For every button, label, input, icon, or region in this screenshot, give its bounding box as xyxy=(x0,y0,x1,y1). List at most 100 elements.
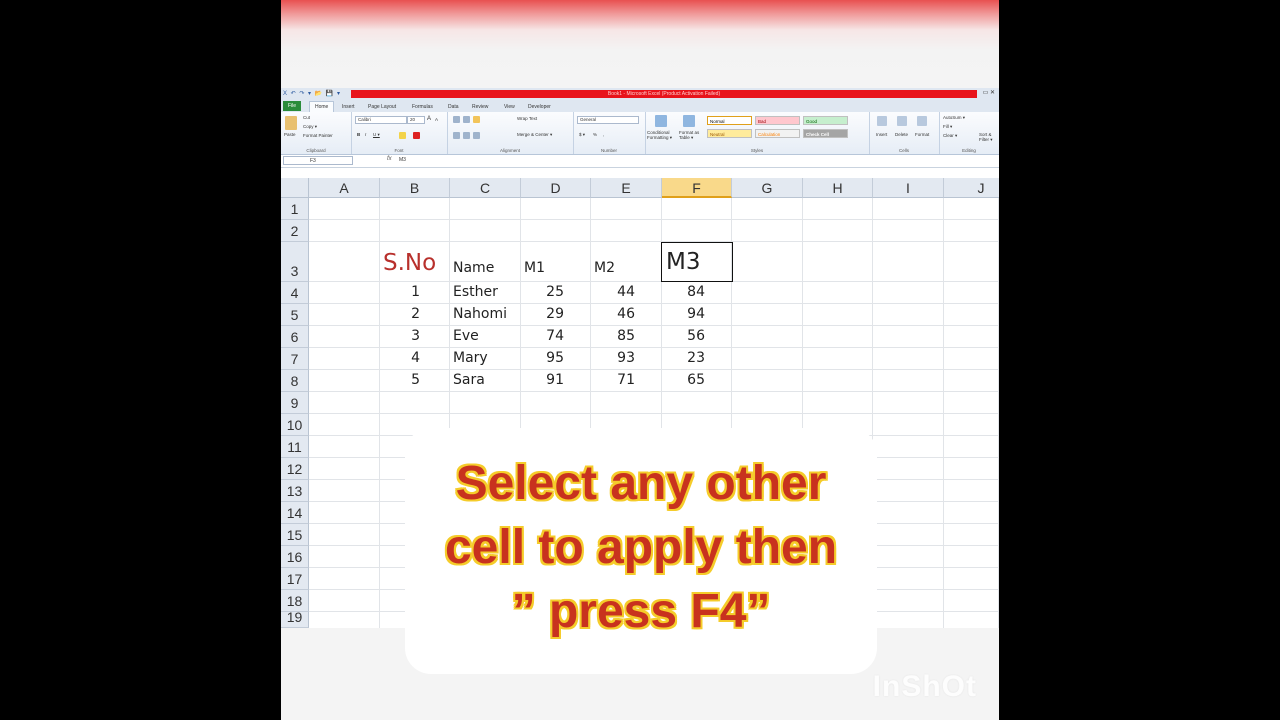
currency-button[interactable]: $ ▾ xyxy=(579,132,585,138)
format-cells-icon[interactable] xyxy=(917,116,927,126)
cell-m2[interactable]: 93 xyxy=(595,350,635,366)
cell-name[interactable]: Sara xyxy=(453,372,485,388)
format-as-table-icon[interactable] xyxy=(683,115,695,127)
column-header-e[interactable]: E xyxy=(591,178,662,198)
delete-cells-icon[interactable] xyxy=(897,116,907,126)
align-middle-icon[interactable] xyxy=(463,116,470,123)
align-bottom-icon[interactable] xyxy=(473,116,480,123)
percent-button[interactable]: % xyxy=(593,132,597,137)
tab-view[interactable]: View xyxy=(499,102,520,112)
column-header-b[interactable]: B xyxy=(380,178,450,198)
cell-m1[interactable]: 29 xyxy=(524,306,564,322)
style-calculation[interactable]: Calculation xyxy=(755,129,800,138)
column-header-f[interactable]: F xyxy=(662,178,732,198)
header-m1[interactable]: M1 xyxy=(524,260,545,276)
font-color-icon[interactable] xyxy=(413,132,420,139)
row-header-1[interactable]: 1 xyxy=(281,198,309,220)
name-box[interactable]: F3 xyxy=(283,156,353,165)
tab-file[interactable]: File xyxy=(283,101,302,111)
row-header-14[interactable]: 14 xyxy=(281,502,309,524)
column-header-h[interactable]: H xyxy=(803,178,873,198)
tab-data[interactable]: Data xyxy=(443,102,464,112)
quick-access-toolbar[interactable]: X ↶ ↷ ▾ 📂 💾 ▾ xyxy=(283,90,341,97)
tab-page-layout[interactable]: Page Layout xyxy=(363,102,401,112)
column-header-d[interactable]: D xyxy=(521,178,591,198)
format-painter-button[interactable]: Format Painter xyxy=(303,133,333,138)
grow-font-button[interactable]: A xyxy=(427,116,431,122)
delete-cells-button[interactable]: Delete xyxy=(895,132,908,137)
comma-button[interactable]: , xyxy=(603,132,604,137)
format-cells-button[interactable]: Format xyxy=(915,132,929,137)
tab-insert[interactable]: Insert xyxy=(337,102,360,112)
selected-cell-f3[interactable] xyxy=(661,242,733,282)
shrink-font-button[interactable]: A xyxy=(435,117,438,122)
cell-m3[interactable]: 94 xyxy=(665,306,705,322)
insert-cells-button[interactable]: Insert xyxy=(876,132,887,137)
wrap-text-button[interactable]: Wrap Text xyxy=(517,116,537,121)
cell-m2[interactable]: 71 xyxy=(595,372,635,388)
font-name-select[interactable]: Calibri xyxy=(355,116,407,124)
row-header-9[interactable]: 9 xyxy=(281,392,309,414)
cell-sno[interactable]: 2 xyxy=(380,306,420,322)
autosum-button[interactable]: AutoSum ▾ xyxy=(943,115,965,121)
row-header-10[interactable]: 10 xyxy=(281,414,309,436)
format-as-table-button[interactable]: Format as Table ▾ xyxy=(679,130,705,140)
cell-sno[interactable]: 4 xyxy=(380,350,420,366)
select-all-corner[interactable] xyxy=(281,178,309,198)
cell-name[interactable]: Eve xyxy=(453,328,479,344)
cell-m1[interactable]: 91 xyxy=(524,372,564,388)
row-header-13[interactable]: 13 xyxy=(281,480,309,502)
row-header-16[interactable]: 16 xyxy=(281,546,309,568)
cell-sno[interactable]: 3 xyxy=(380,328,420,344)
row-header-2[interactable]: 2 xyxy=(281,220,309,242)
style-neutral[interactable]: Neutral xyxy=(707,129,752,138)
row-header-7[interactable]: 7 xyxy=(281,348,309,370)
cell-m2[interactable]: 44 xyxy=(595,284,635,300)
style-good[interactable]: Good xyxy=(803,116,848,125)
column-header-g[interactable]: G xyxy=(732,178,803,198)
fill-color-icon[interactable] xyxy=(399,132,406,139)
header-m2[interactable]: M2 xyxy=(594,260,615,276)
column-header-i[interactable]: I xyxy=(873,178,944,198)
row-header-3[interactable]: 3 xyxy=(281,242,309,282)
font-size-select[interactable]: 20 xyxy=(407,116,425,124)
cell-name[interactable]: Mary xyxy=(453,350,488,366)
header-name[interactable]: Name xyxy=(453,260,494,276)
row-header-5[interactable]: 5 xyxy=(281,304,309,326)
column-header-c[interactable]: C xyxy=(450,178,521,198)
tab-formulas[interactable]: Formulas xyxy=(407,102,438,112)
cell-m1[interactable]: 95 xyxy=(524,350,564,366)
row-header-11[interactable]: 11 xyxy=(281,436,309,458)
cell-m3[interactable]: 23 xyxy=(665,350,705,366)
cell-sno[interactable]: 1 xyxy=(380,284,420,300)
cell-name[interactable]: Esther xyxy=(453,284,498,300)
style-check-cell[interactable]: Check Cell xyxy=(803,129,848,138)
tab-review[interactable]: Review xyxy=(467,102,493,112)
column-header-a[interactable]: A xyxy=(309,178,380,198)
copy-button[interactable]: Copy ▾ xyxy=(303,124,317,130)
align-right-icon[interactable] xyxy=(473,132,480,139)
clear-button[interactable]: Clear ▾ xyxy=(943,133,957,139)
style-bad[interactable]: Bad xyxy=(755,116,800,125)
cut-button[interactable]: Cut xyxy=(303,115,310,120)
cell-sno[interactable]: 5 xyxy=(380,372,420,388)
cell-m1[interactable]: 25 xyxy=(524,284,564,300)
row-header-6[interactable]: 6 xyxy=(281,326,309,348)
cell-m3[interactable]: 56 xyxy=(665,328,705,344)
row-header-4[interactable]: 4 xyxy=(281,282,309,304)
cell-m1[interactable]: 74 xyxy=(524,328,564,344)
sort-filter-button[interactable]: Sort & Filter ▾ xyxy=(979,132,999,142)
window-controls[interactable]: ▭ ✕ xyxy=(983,89,995,96)
insert-cells-icon[interactable] xyxy=(877,116,887,126)
cell-m3[interactable]: 84 xyxy=(665,284,705,300)
align-top-icon[interactable] xyxy=(453,116,460,123)
bold-button[interactable]: B xyxy=(357,132,360,137)
fill-button[interactable]: Fill ▾ xyxy=(943,124,952,130)
cell-m2[interactable]: 85 xyxy=(595,328,635,344)
number-format-select[interactable]: General xyxy=(577,116,639,124)
cell-name[interactable]: Nahomi xyxy=(453,306,507,322)
style-normal[interactable]: Normal xyxy=(707,116,752,125)
column-header-j[interactable]: J xyxy=(944,178,999,198)
conditional-formatting-icon[interactable] xyxy=(655,115,667,127)
merge-center-button[interactable]: Merge & Center ▾ xyxy=(517,132,552,138)
